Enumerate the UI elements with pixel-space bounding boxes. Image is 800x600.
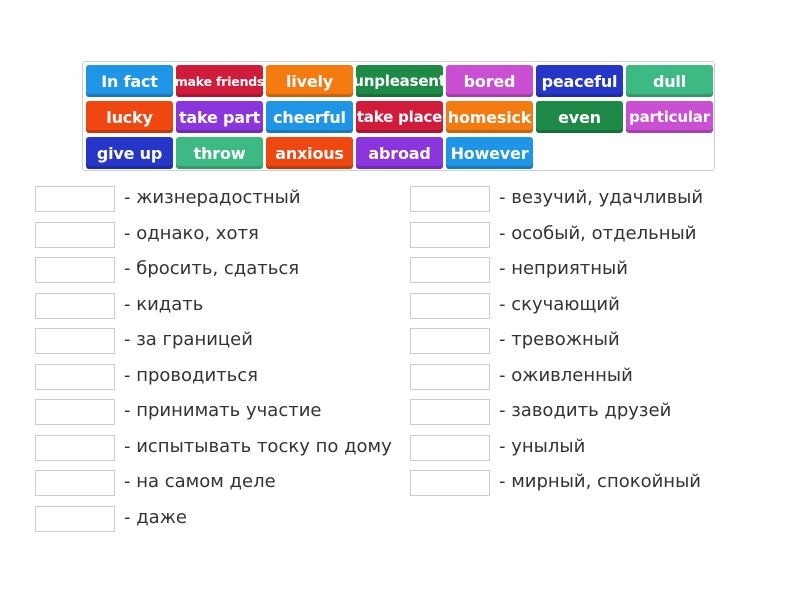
- word-tile[interactable]: bored: [446, 65, 533, 97]
- word-tile[interactable]: unpleasent: [353, 65, 446, 97]
- definition-label: - испытывать тоску по дому: [124, 436, 392, 457]
- answer-drop-slot[interactable]: [410, 364, 490, 390]
- definition-label: - принимать участие: [124, 400, 322, 421]
- definition-label: - тревожный: [499, 329, 620, 350]
- word-tile[interactable]: peaceful: [536, 65, 623, 97]
- definition-label: - бросить, сдаться: [124, 258, 300, 279]
- word-tile[interactable]: dull: [626, 65, 713, 97]
- answer-drop-slot[interactable]: [35, 364, 115, 390]
- answer-drop-slot[interactable]: [35, 506, 115, 532]
- word-tile[interactable]: give up: [86, 137, 173, 169]
- definition-label: - везучий, удачливый: [499, 187, 704, 208]
- answer-drop-slot[interactable]: [410, 257, 490, 283]
- answer-drop-slot[interactable]: [410, 399, 490, 425]
- word-tile[interactable]: take part: [176, 101, 263, 133]
- definition-label: - однако, хотя: [124, 223, 259, 244]
- word-tile[interactable]: However: [446, 137, 533, 169]
- definition-label: - заводить друзей: [499, 400, 672, 421]
- answer-drop-slot[interactable]: [410, 470, 490, 496]
- word-tile[interactable]: particular: [626, 101, 713, 133]
- word-tile[interactable]: even: [536, 101, 623, 133]
- answer-drop-slot[interactable]: [410, 222, 490, 248]
- word-tile[interactable]: throw: [176, 137, 263, 169]
- definition-label: - проводиться: [124, 365, 259, 386]
- word-tile[interactable]: make friends: [175, 65, 264, 97]
- answer-drop-slot[interactable]: [35, 186, 115, 212]
- answer-drop-slot[interactable]: [35, 328, 115, 354]
- definition-label: - неприятный: [499, 258, 628, 279]
- answer-drop-slot[interactable]: [410, 186, 490, 212]
- definition-label: - унылый: [499, 436, 586, 457]
- definition-label: - на самом деле: [124, 471, 276, 492]
- definition-label: - кидать: [124, 294, 204, 315]
- word-tile[interactable]: abroad: [356, 137, 443, 169]
- word-tile[interactable]: lucky: [86, 101, 173, 133]
- definition-label: - мирный, спокойный: [499, 471, 701, 492]
- answer-drop-slot[interactable]: [35, 293, 115, 319]
- answer-drop-slot[interactable]: [410, 328, 490, 354]
- answer-drop-slot[interactable]: [35, 222, 115, 248]
- answer-drop-slot[interactable]: [410, 435, 490, 461]
- word-tile-bank: In fact make friends lively unpleasent bored…: [82, 61, 715, 171]
- word-tile[interactable]: In fact: [86, 65, 173, 97]
- answer-drop-slot[interactable]: [35, 470, 115, 496]
- answer-drop-slot[interactable]: [35, 399, 115, 425]
- definition-label: - за границей: [124, 329, 253, 350]
- word-tile[interactable]: cheerful: [266, 101, 353, 133]
- answer-drop-slot[interactable]: [35, 435, 115, 461]
- answer-drop-slot[interactable]: [35, 257, 115, 283]
- definition-label: - даже: [124, 507, 187, 528]
- word-tile[interactable]: lively: [266, 65, 353, 97]
- definition-label: - оживленный: [499, 365, 633, 386]
- definition-label: - жизнерадостный: [124, 187, 301, 208]
- answer-drop-slot[interactable]: [410, 293, 490, 319]
- word-tile[interactable]: homesick: [446, 101, 533, 133]
- word-tile[interactable]: take place: [356, 101, 443, 133]
- definition-label: - особый, отдельный: [499, 223, 697, 244]
- word-tile[interactable]: anxious: [266, 137, 353, 169]
- definition-label: - скучающий: [499, 294, 620, 315]
